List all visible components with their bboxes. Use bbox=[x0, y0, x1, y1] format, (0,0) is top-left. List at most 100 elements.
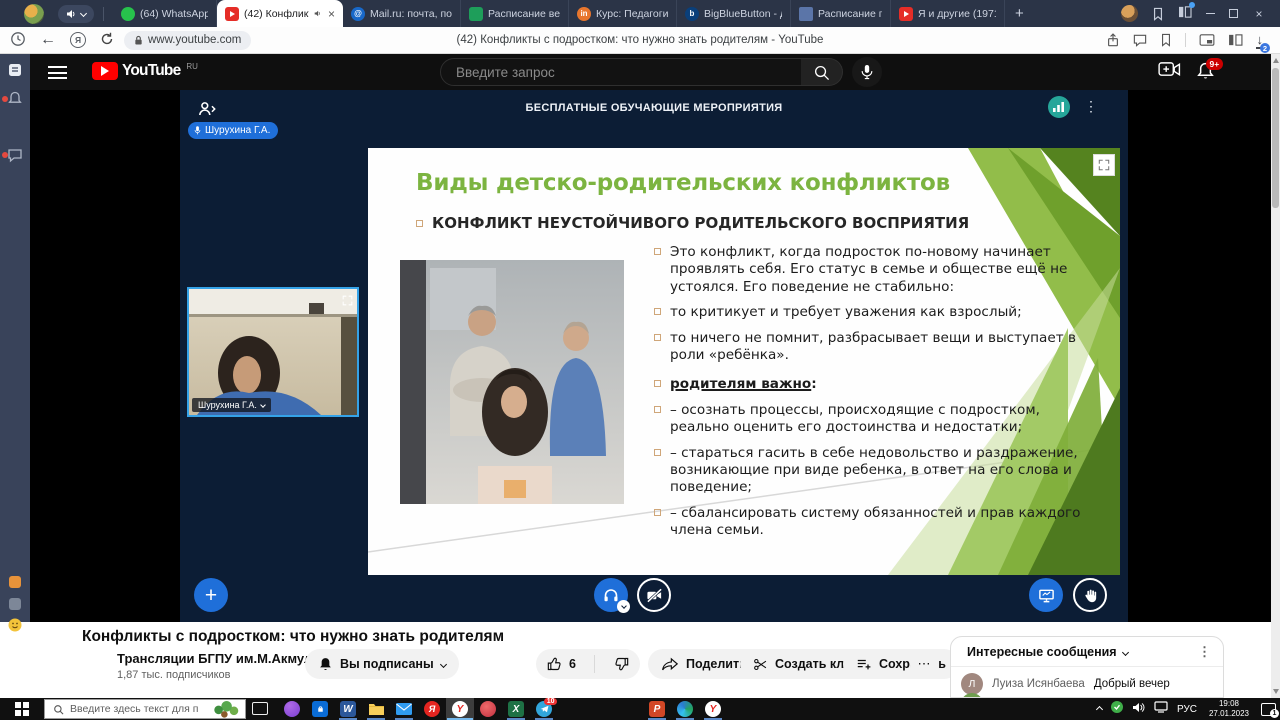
app-excel[interactable]: X bbox=[502, 698, 530, 720]
app-yandex-browser-2[interactable]: Y bbox=[699, 698, 727, 720]
smiley-icon[interactable] bbox=[7, 617, 23, 633]
chat-options-icon[interactable]: ⋮ bbox=[1198, 644, 1211, 660]
raise-hand-button[interactable] bbox=[1073, 578, 1107, 612]
app-mailru-agent[interactable] bbox=[278, 698, 306, 720]
pip-icon[interactable] bbox=[1199, 34, 1215, 46]
antivirus-tray-icon[interactable] bbox=[1111, 700, 1123, 718]
taskbar-search-input[interactable] bbox=[70, 703, 198, 715]
history-icon[interactable] bbox=[10, 31, 26, 49]
dislike-button[interactable] bbox=[602, 649, 640, 679]
chevron-down-icon[interactable] bbox=[1122, 648, 1129, 655]
notifications-bell-icon[interactable]: 9+ bbox=[1196, 61, 1215, 86]
tab-webinar-schedule[interactable]: Расписание вебинаро bbox=[461, 0, 569, 27]
app-word[interactable]: W bbox=[334, 698, 362, 720]
screenshare-button[interactable] bbox=[1029, 578, 1063, 612]
search-button[interactable] bbox=[801, 58, 843, 86]
bookmark-icon[interactable] bbox=[1152, 7, 1164, 21]
tray-expand-icon[interactable] bbox=[1096, 705, 1103, 712]
options-menu-icon[interactable]: ⋮ bbox=[1084, 98, 1098, 115]
tab-whatsapp[interactable]: (64) WhatsApp bbox=[113, 0, 217, 27]
network-tray-icon[interactable] bbox=[1154, 700, 1168, 718]
bookmark-flag-icon[interactable] bbox=[1160, 33, 1172, 47]
yandex-button[interactable]: Я bbox=[70, 32, 86, 48]
games-icon[interactable] bbox=[7, 596, 23, 612]
app-store[interactable] bbox=[306, 698, 334, 720]
more-actions-button[interactable]: ⋯ bbox=[910, 649, 939, 678]
alarm-icon[interactable] bbox=[7, 90, 23, 106]
app-edge[interactable] bbox=[671, 698, 699, 720]
app-yandex-search[interactable]: Я bbox=[418, 698, 446, 720]
slide-fullscreen-button[interactable] bbox=[1093, 154, 1115, 176]
app-file-explorer[interactable] bbox=[362, 698, 390, 720]
voice-search-button[interactable] bbox=[852, 57, 882, 87]
restore-button[interactable] bbox=[1229, 9, 1238, 18]
audio-join-button[interactable] bbox=[594, 578, 628, 612]
notes-icon[interactable] bbox=[7, 62, 23, 78]
services-icon[interactable] bbox=[7, 574, 23, 590]
live-chat-panel: Интересные сообщения ⋮ Л Луиза Исянбаева… bbox=[950, 636, 1224, 698]
save-button[interactable]: Сохранить bbox=[843, 649, 959, 679]
tab-audio-icon[interactable] bbox=[314, 9, 321, 18]
webcam-share-button[interactable] bbox=[637, 578, 671, 612]
volume-tray-icon[interactable] bbox=[1132, 700, 1145, 718]
tab-course[interactable]: in Курс: Педагогическая bbox=[569, 0, 677, 27]
active-speaker-badge[interactable]: Шурухина Г.А. bbox=[188, 122, 278, 139]
youtube-icon bbox=[225, 7, 239, 21]
browser-profile-avatar[interactable] bbox=[24, 4, 44, 24]
comment-icon[interactable] bbox=[1133, 34, 1147, 47]
minimize-button[interactable] bbox=[1206, 13, 1215, 15]
close-icon[interactable]: × bbox=[328, 7, 335, 21]
side-panels-icon[interactable] bbox=[1178, 5, 1192, 23]
like-button[interactable]: 6 bbox=[536, 649, 587, 679]
tab-youtube-active[interactable]: (42) Конфликты с × bbox=[217, 0, 343, 27]
task-view-icon[interactable] bbox=[252, 702, 268, 715]
youtube-logo[interactable]: YouTube RU bbox=[92, 62, 198, 80]
start-button[interactable] bbox=[0, 698, 44, 720]
chat-bubble-icon[interactable] bbox=[7, 148, 23, 164]
webcam-thumbnail[interactable]: Шурухина Г.А. bbox=[187, 287, 359, 417]
actions-plus-button[interactable]: + bbox=[194, 578, 228, 612]
app-mail[interactable] bbox=[390, 698, 418, 720]
back-button[interactable]: ← bbox=[40, 32, 56, 48]
app-yandex-browser[interactable]: Y bbox=[446, 698, 474, 720]
downloads-icon[interactable]: ↓ 2 bbox=[1256, 31, 1265, 49]
tab-bigbluebutton[interactable]: b BigBlueButton - для за bbox=[677, 0, 791, 27]
chat-filter-dropdown[interactable]: Интересные сообщения bbox=[967, 645, 1117, 659]
menu-icon[interactable] bbox=[48, 66, 67, 79]
tab-other-video[interactable]: Я и другие (1971) | Цве bbox=[891, 0, 1005, 27]
share-icon[interactable] bbox=[1106, 33, 1120, 47]
app-powerpoint[interactable]: P bbox=[643, 698, 671, 720]
page-scrollbar[interactable] bbox=[1271, 54, 1280, 698]
webcam-name-label[interactable]: Шурухина Г.А. bbox=[192, 398, 271, 412]
webcam-expand-icon[interactable] bbox=[342, 293, 353, 311]
subscribed-button[interactable]: Вы подписаны bbox=[305, 649, 459, 679]
scrollbar-thumb[interactable] bbox=[1272, 68, 1279, 208]
address-bar[interactable]: www.youtube.com bbox=[124, 31, 251, 50]
audio-options-chevron[interactable] bbox=[617, 600, 630, 613]
action-center-icon[interactable]: 1 bbox=[1261, 703, 1276, 716]
language-indicator[interactable]: РУС bbox=[1177, 704, 1197, 715]
app-telegram[interactable]: 10 bbox=[530, 698, 558, 720]
clock[interactable]: 19:08 27.01.2023 bbox=[1206, 699, 1252, 720]
app-misc-red[interactable] bbox=[474, 698, 502, 720]
new-tab-button[interactable]: + bbox=[1005, 5, 1034, 22]
avatar[interactable]: Л bbox=[961, 673, 983, 695]
chevron-down-icon bbox=[80, 10, 87, 17]
close-window-button[interactable]: × bbox=[1252, 7, 1266, 21]
taskbar-search-box[interactable] bbox=[44, 699, 246, 719]
sync-profile-avatar[interactable] bbox=[1121, 5, 1138, 22]
video-player[interactable]: БЕСПЛАТНЫЕ ОБУЧАЮЩИЕ МЕРОПРИЯТИЯ ⋮ Шурух… bbox=[0, 90, 1280, 622]
refresh-icon[interactable] bbox=[100, 32, 114, 48]
channel-name[interactable]: Трансляции БГПУ им.М.Акмуллы bbox=[117, 651, 332, 666]
create-video-icon[interactable] bbox=[1158, 61, 1181, 83]
scroll-up-arrow[interactable] bbox=[1273, 58, 1279, 63]
tab-mailru[interactable]: @ Mail.ru: почта, поиск в bbox=[343, 0, 461, 27]
tab-volume-control[interactable] bbox=[58, 5, 94, 23]
connection-status-icon[interactable] bbox=[1048, 96, 1070, 118]
tab-group-schedule[interactable]: Расписание группы bbox=[791, 0, 891, 27]
scroll-down-arrow[interactable] bbox=[1273, 689, 1279, 694]
lock-icon bbox=[134, 35, 143, 46]
search-input[interactable] bbox=[456, 65, 786, 80]
panels-icon[interactable] bbox=[1228, 34, 1243, 46]
search-highlight-image[interactable] bbox=[209, 700, 241, 718]
